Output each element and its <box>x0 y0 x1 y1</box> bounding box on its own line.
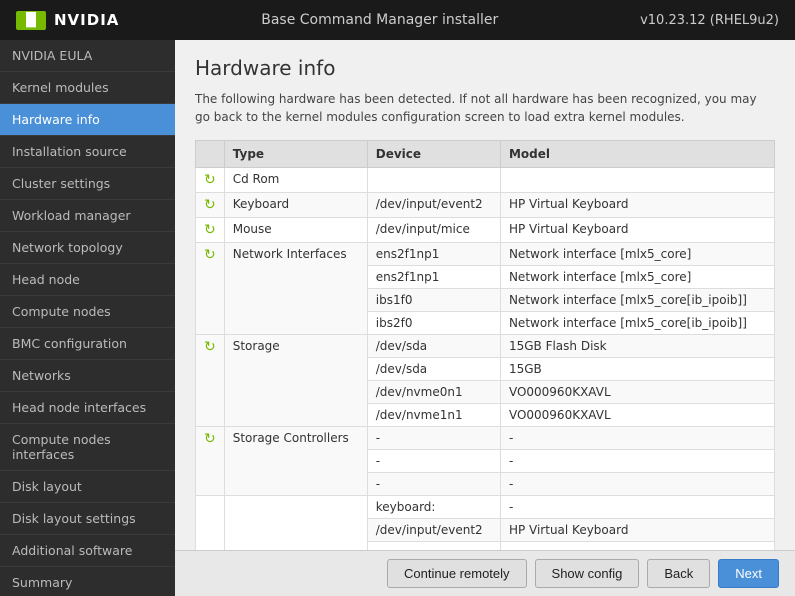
table-row: keyboard:- <box>196 496 775 519</box>
sidebar-item-compute-nodes[interactable]: Compute nodes <box>0 296 175 328</box>
model-cell: 15GB Flash Disk <box>500 335 774 358</box>
content-area: Hardware info The following hardware has… <box>175 40 795 596</box>
page-description: The following hardware has been detected… <box>195 90 775 126</box>
sidebar-item-summary[interactable]: Summary <box>0 567 175 596</box>
type-cell: Storage Controllers <box>224 427 367 496</box>
sidebar-item-head-node-interfaces[interactable]: Head node interfaces <box>0 392 175 424</box>
back-button[interactable]: Back <box>647 559 710 588</box>
model-cell: Network interface [mlx5_core[ib_ipoib]] <box>500 289 774 312</box>
model-cell: 15GB <box>500 358 774 381</box>
sidebar-item-installation-source[interactable]: Installation source <box>0 136 175 168</box>
model-cell: - <box>500 450 774 473</box>
table-row: ↻Storage/dev/sda15GB Flash Disk <box>196 335 775 358</box>
device-cell: /dev/sda <box>367 358 500 381</box>
show-config-button[interactable]: Show config <box>535 559 640 588</box>
model-cell <box>500 168 774 193</box>
model-cell: HP Virtual Keyboard <box>500 519 774 542</box>
version-text: v10.23.12 (RHEL9u2) <box>640 13 779 28</box>
sidebar-item-bmc-configuration[interactable]: BMC configuration <box>0 328 175 360</box>
sidebar-item-workload-manager[interactable]: Workload manager <box>0 200 175 232</box>
model-cell: Network interface [mlx5_core] <box>500 243 774 266</box>
device-cell: mouse: <box>367 542 500 551</box>
sidebar-item-disk-layout-settings[interactable]: Disk layout settings <box>0 503 175 535</box>
type-cell: Network Interfaces <box>224 243 367 335</box>
refresh-icon <box>196 496 225 551</box>
device-cell: /dev/input/event2 <box>367 519 500 542</box>
model-cell: HP Virtual Keyboard <box>500 218 774 243</box>
device-cell: ens2f1np1 <box>367 266 500 289</box>
hardware-table: Type Device Model ↻Cd Rom↻Keyboard/dev/i… <box>195 140 775 550</box>
model-cell: Network interface [mlx5_core] <box>500 266 774 289</box>
table-body: ↻Cd Rom↻Keyboard/dev/input/event2HP Virt… <box>196 168 775 551</box>
content-inner: Hardware info The following hardware has… <box>175 40 795 550</box>
type-cell: Cd Rom <box>224 168 367 193</box>
sidebar-item-hardware-info[interactable]: Hardware info <box>0 104 175 136</box>
model-cell: VO000960KXAVL <box>500 404 774 427</box>
sidebar-item-cluster-settings[interactable]: Cluster settings <box>0 168 175 200</box>
logo: ▐▌ NVIDIA <box>16 11 119 30</box>
sidebar: NVIDIA EULAKernel modulesHardware infoIn… <box>0 40 175 596</box>
model-cell: Network interface [mlx5_core[ib_ipoib]] <box>500 312 774 335</box>
table-row: ↻Keyboard/dev/input/event2HP Virtual Key… <box>196 193 775 218</box>
sidebar-item-kernel-modules[interactable]: Kernel modules <box>0 72 175 104</box>
refresh-icon: ↻ <box>196 335 225 427</box>
model-cell: - <box>500 496 774 519</box>
header: ▐▌ NVIDIA Base Command Manager installer… <box>0 0 795 40</box>
app-title: Base Command Manager installer <box>261 12 498 28</box>
refresh-icon: ↻ <box>196 168 225 193</box>
main-layout: NVIDIA EULAKernel modulesHardware infoIn… <box>0 40 795 596</box>
col-model: Model <box>500 141 774 168</box>
col-device: Device <box>367 141 500 168</box>
next-button[interactable]: Next <box>718 559 779 588</box>
table-row: ↻Mouse/dev/input/miceHP Virtual Keyboard <box>196 218 775 243</box>
model-cell: VO000960KXAVL <box>500 381 774 404</box>
sidebar-item-network-topology[interactable]: Network topology <box>0 232 175 264</box>
sidebar-item-compute-nodes-interfaces[interactable]: Compute nodes interfaces <box>0 424 175 471</box>
table-row: ↻Network Interfacesens2f1np1Network inte… <box>196 243 775 266</box>
device-cell: ens2f1np1 <box>367 243 500 266</box>
device-cell: /dev/input/mice <box>367 218 500 243</box>
table-row: ↻Storage Controllers-- <box>196 427 775 450</box>
sidebar-item-nvidia-eula[interactable]: NVIDIA EULA <box>0 40 175 72</box>
device-cell: /dev/sda <box>367 335 500 358</box>
sidebar-item-head-node[interactable]: Head node <box>0 264 175 296</box>
continue-remotely-button[interactable]: Continue remotely <box>387 559 527 588</box>
model-cell: - <box>500 473 774 496</box>
device-cell: ibs2f0 <box>367 312 500 335</box>
refresh-icon: ↻ <box>196 193 225 218</box>
refresh-icon: ↻ <box>196 427 225 496</box>
device-cell: - <box>367 450 500 473</box>
logo-icon: ▐▌ <box>16 11 46 30</box>
refresh-icon: ↻ <box>196 243 225 335</box>
device-cell: /dev/input/event2 <box>367 193 500 218</box>
page-title: Hardware info <box>195 56 775 80</box>
logo-text: NVIDIA <box>54 11 119 29</box>
type-cell: Mouse <box>224 218 367 243</box>
device-cell: /dev/nvme0n1 <box>367 381 500 404</box>
device-cell: /dev/nvme1n1 <box>367 404 500 427</box>
device-cell: keyboard: <box>367 496 500 519</box>
model-cell: - <box>500 427 774 450</box>
type-cell: Storage <box>224 335 367 427</box>
sidebar-item-networks[interactable]: Networks <box>0 360 175 392</box>
refresh-icon: ↻ <box>196 218 225 243</box>
col-icon <box>196 141 225 168</box>
device-cell: ibs1f0 <box>367 289 500 312</box>
model-cell: - <box>500 542 774 551</box>
sidebar-item-additional-software[interactable]: Additional software <box>0 535 175 567</box>
type-cell: Keyboard <box>224 193 367 218</box>
table-row: ↻Cd Rom <box>196 168 775 193</box>
col-type: Type <box>224 141 367 168</box>
device-cell <box>367 168 500 193</box>
sidebar-item-disk-layout[interactable]: Disk layout <box>0 471 175 503</box>
footer: Continue remotely Show config Back Next <box>175 550 795 596</box>
device-cell: - <box>367 427 500 450</box>
model-cell: HP Virtual Keyboard <box>500 193 774 218</box>
device-cell: - <box>367 473 500 496</box>
type-cell <box>224 496 367 551</box>
